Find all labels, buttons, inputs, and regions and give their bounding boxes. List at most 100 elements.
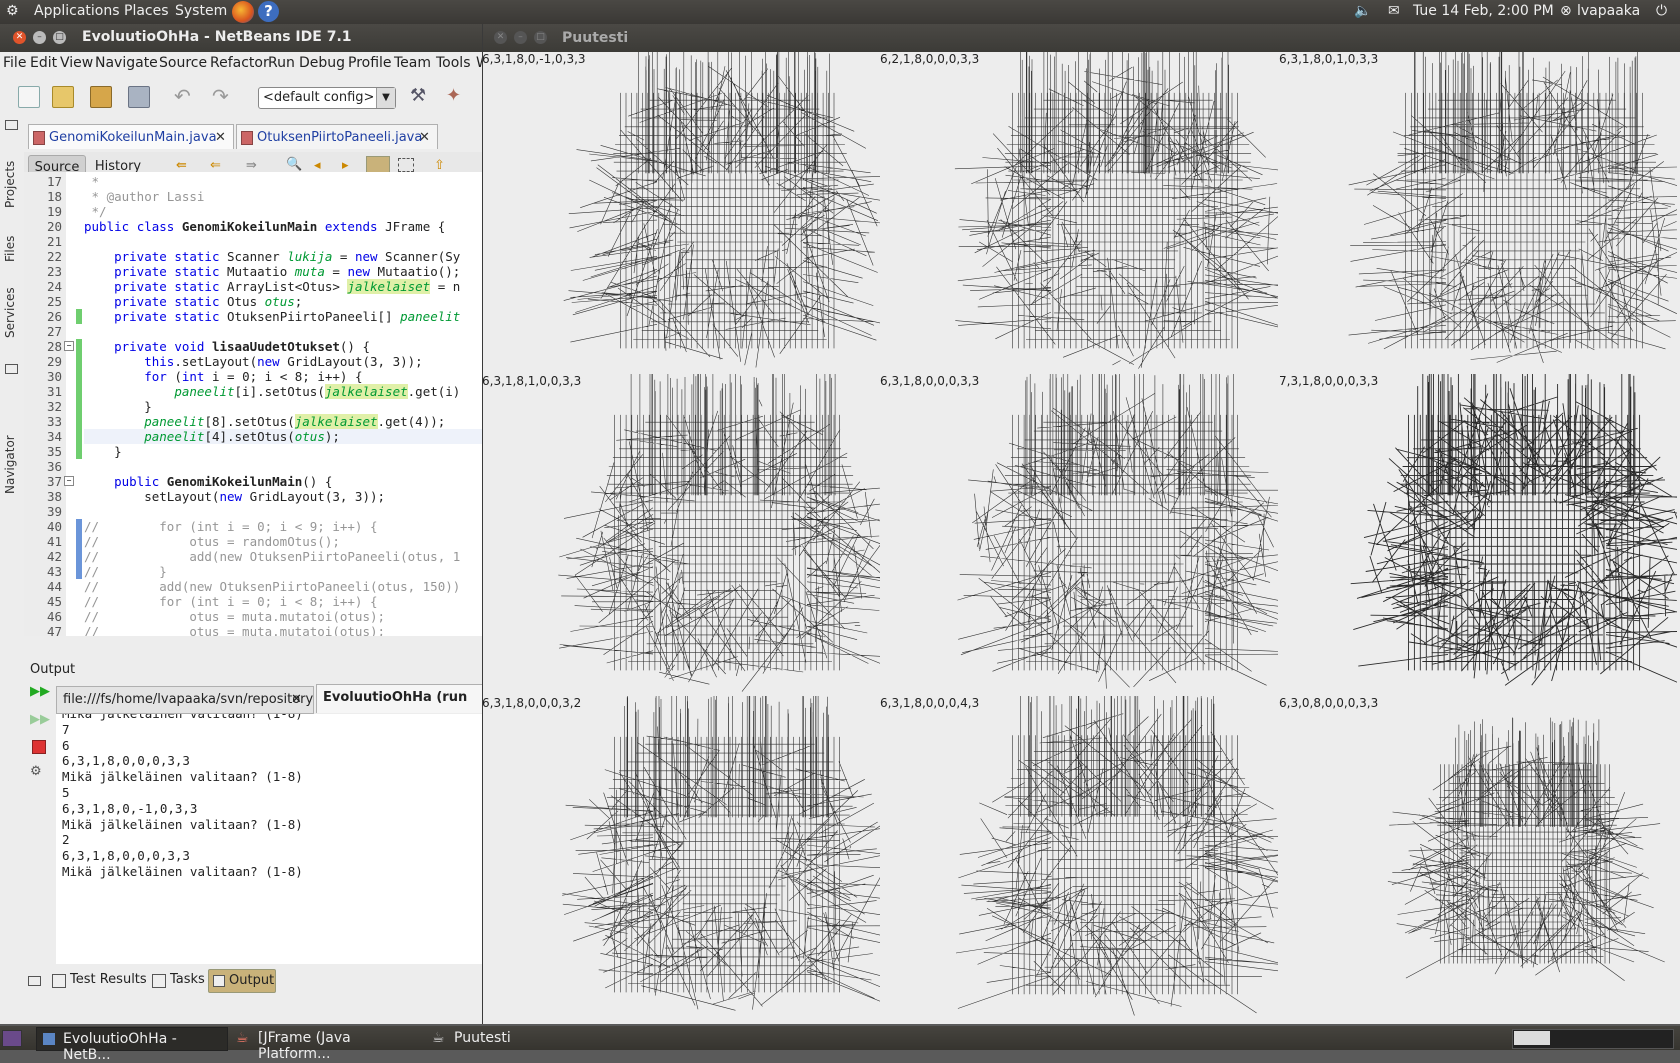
help-icon[interactable]: ? [258, 1, 279, 22]
menu-team[interactable]: Team [394, 55, 431, 71]
power-icon[interactable]: ⏻ [1656, 3, 1667, 19]
close-icon[interactable]: ✕ [13, 31, 26, 44]
clock[interactable]: Tue 14 Feb, 2:00 PM [1413, 3, 1554, 19]
line-number: 41 [46, 534, 62, 549]
firefox-icon[interactable] [232, 1, 254, 23]
fold-toggle[interactable]: − [64, 341, 74, 351]
find-icon[interactable]: 🔍 [286, 157, 302, 172]
forward-icon[interactable]: ⇛ [246, 158, 257, 173]
menu-view[interactable]: View [60, 55, 93, 71]
code-line: private static Mutaatio muta = new Mutaa… [114, 264, 461, 279]
restore-window-icon[interactable] [5, 364, 18, 374]
netbeans-titlebar[interactable]: ✕ – □ EvoluutioOhHa - NetBeans IDE 7.1 [0, 24, 482, 52]
menu-file[interactable]: File [3, 55, 26, 71]
redo-icon[interactable]: ↷ [212, 86, 232, 106]
taskbar-item-puutesti[interactable]: ☕ Puutesti [428, 1027, 618, 1049]
back-icon[interactable]: ⇚ [176, 158, 187, 173]
find-next-icon[interactable]: ▸ [342, 158, 349, 173]
menu-debug[interactable]: Debug [299, 55, 345, 71]
side-tab-navigator[interactable]: Navigator [3, 435, 17, 494]
mail-icon[interactable]: ✉ [1388, 3, 1400, 19]
tab-output-repository[interactable]: file:///fs/home/lvapaaka/svn/repository … [56, 686, 314, 714]
menu-places[interactable]: Places [124, 3, 169, 19]
menu-navigate[interactable]: Navigate [95, 55, 158, 71]
creature-drawing [1387, 717, 1665, 982]
close-icon[interactable]: ✕ [291, 692, 302, 707]
menu-profile[interactable]: Profile [348, 55, 392, 71]
settings-icon[interactable]: ⚙ [30, 764, 42, 779]
find-previous-icon[interactable]: ◂ [314, 158, 321, 173]
puutesti-window: ✕ – □ Puutesti 6,3,1,8,0,-1,0,3,3 6,2,1,8… [482, 24, 1680, 1024]
code-line: paneelit[i].setOtus(jalkelaiset.get(i) [174, 384, 461, 399]
open-project-icon[interactable] [90, 86, 112, 108]
restore-window-icon[interactable] [5, 120, 18, 130]
tab-label: GenomiKokeilunMain.java [49, 130, 217, 145]
side-tab-projects[interactable]: Projects [3, 161, 17, 208]
close-icon[interactable]: ✕ [419, 130, 430, 145]
taskbar-item-netbeans[interactable]: EvoluutioOhHa - NetB... [36, 1027, 228, 1063]
menu-run[interactable]: Run [268, 55, 295, 71]
volume-icon[interactable]: 🔈 [1354, 3, 1371, 19]
tab-genomikokeilunmain[interactable]: GenomiKokeilunMain.java ✕ [28, 124, 234, 149]
taskbar-item-jframe[interactable]: ☕ [JFrame (Java Platform... [232, 1027, 422, 1062]
bottom-tab-tasks[interactable]: Tasks [170, 972, 205, 987]
creature-panel[interactable]: 6,3,1,8,0,0,0,3,3 [880, 374, 1278, 696]
menu-applications[interactable]: Applications [34, 3, 120, 19]
line-number: 44 [46, 579, 62, 594]
build-icon[interactable]: ⚒ [410, 86, 430, 106]
menu-edit[interactable]: Edit [30, 55, 57, 71]
bottom-tab-test-results[interactable]: Test Results [70, 972, 147, 987]
creature-panel[interactable]: 6,3,1,8,0,0,0,4,3 [880, 696, 1278, 1018]
maximize-icon[interactable]: □ [534, 31, 547, 44]
creature-panel[interactable]: 6,3,1,8,0,0,0,3,2 [482, 696, 880, 1018]
tab-output-run[interactable]: EvoluutioOhHa (run [316, 684, 488, 713]
rerun-icon[interactable]: ▶▶ [30, 684, 50, 699]
side-tab-services[interactable]: Services [3, 287, 17, 338]
save-all-icon[interactable] [128, 86, 150, 108]
show-desktop-icon[interactable] [2, 1030, 22, 1047]
rerun-params-icon[interactable]: ▶▶ [30, 712, 50, 727]
undo-icon[interactable]: ↶ [174, 86, 194, 106]
creature-panel[interactable]: 6,3,0,8,0,0,0,3,3 [1279, 696, 1677, 1018]
shift-left-icon[interactable]: ⇧ [434, 158, 445, 173]
maximize-icon[interactable]: □ [53, 31, 66, 44]
code-line: // otus = randomOtus(); [84, 534, 340, 549]
creature-panel[interactable]: 6,3,1,8,0,1,0,3,3 [1279, 52, 1677, 374]
stop-icon[interactable] [32, 740, 46, 754]
toggle-rect-select-icon[interactable] [398, 158, 414, 172]
creature-mesh [957, 374, 1278, 689]
previous-edit-icon[interactable]: ⇐ [210, 158, 221, 173]
workspace-active[interactable] [1514, 1031, 1550, 1045]
close-icon[interactable]: ✕ [494, 31, 507, 44]
creature-panel[interactable]: 6,3,1,8,0,-1,0,3,3 [482, 52, 880, 374]
menu-system[interactable]: System [175, 3, 227, 19]
chevron-down-icon[interactable]: ▼ [376, 88, 395, 108]
code-editor[interactable]: 17 18 19 20 21 22 23 24 25 26 27 28 29 30 31 32 33 34 35 36… [24, 172, 482, 636]
creature-panel[interactable]: 7,3,1,8,0,0,0,3,3 [1279, 374, 1677, 696]
close-icon[interactable]: ✕ [215, 130, 226, 145]
creature-panel[interactable]: 6,3,1,8,1,0,0,3,3 [482, 374, 880, 696]
creature-panel[interactable]: 6,2,1,8,0,0,0,3,3 [880, 52, 1278, 374]
menu-tools[interactable]: Tools [436, 55, 471, 71]
menu-source[interactable]: Source [159, 55, 207, 71]
restore-window-icon[interactable] [28, 976, 41, 986]
config-select[interactable]: <default config> ▼ [258, 87, 396, 109]
line-number: 45 [46, 594, 62, 609]
output-title: Output [30, 662, 76, 677]
minimize-icon[interactable]: – [514, 31, 527, 44]
new-project-icon[interactable] [52, 86, 74, 108]
new-file-icon[interactable] [18, 86, 40, 108]
output-console[interactable]: Mikä jälkeläinen valitaan? (1-8)766,3,1,… [56, 714, 482, 964]
minimize-icon[interactable]: – [33, 31, 46, 44]
user-name[interactable]: lvapaaka [1577, 3, 1640, 19]
gnome-foot-icon[interactable]: ⚙ [6, 3, 19, 19]
side-tab-files[interactable]: Files [3, 236, 17, 262]
tab-otuksenpiirtopaneeli[interactable]: OtuksenPiirtoPaneeli.java ✕ [236, 124, 438, 149]
puutesti-titlebar[interactable]: ✕ – □ Puutesti [482, 24, 1680, 52]
bottom-tab-output[interactable]: Output [208, 969, 276, 993]
fold-toggle[interactable]: − [64, 476, 74, 486]
netbeans-title: EvoluutioOhHa - NetBeans IDE 7.1 [82, 29, 352, 45]
main-toolbar: ↶ ↷ ⚒ ✦ [0, 76, 482, 118]
clean-build-icon[interactable]: ✦ [446, 86, 466, 106]
menu-refactor[interactable]: Refactor [210, 55, 269, 71]
